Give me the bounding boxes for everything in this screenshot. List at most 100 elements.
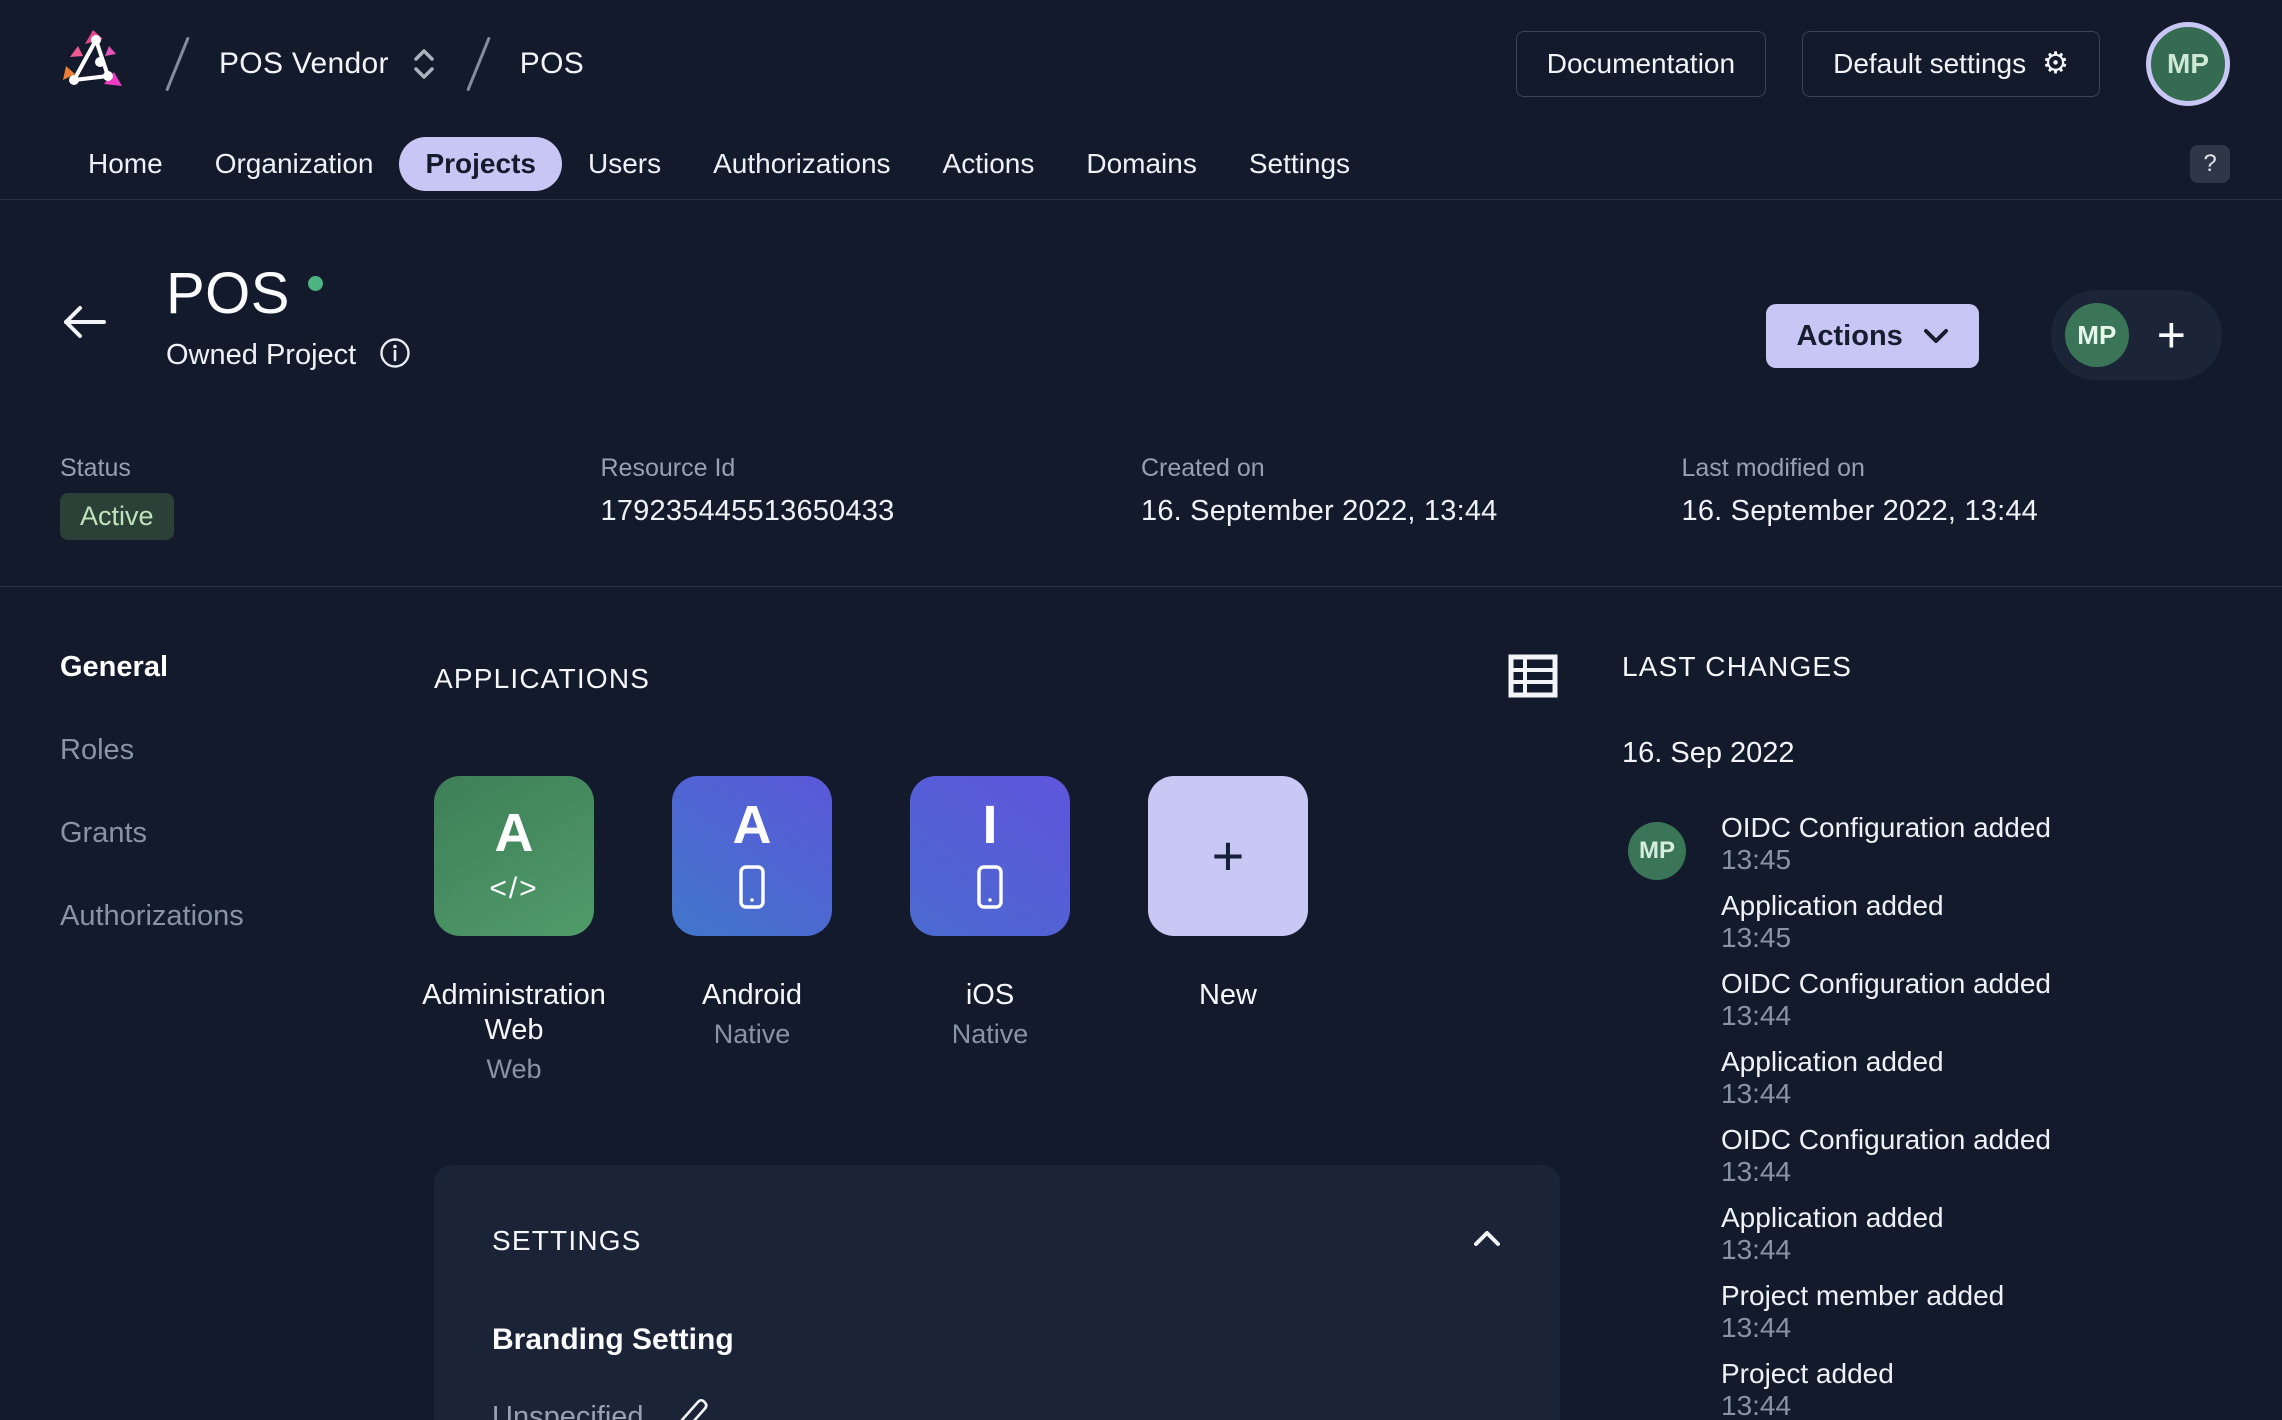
- event-time: 13:44: [1721, 1234, 1792, 1265]
- app-letter: A: [494, 803, 534, 863]
- app-name: Android: [702, 979, 802, 1011]
- plus-icon: +: [1211, 824, 1245, 887]
- change-event: Project member added 13:44: [1721, 1280, 2222, 1344]
- last-changes-panel: LAST CHANGES 16. Sep 2022 MP OIDC Config…: [1622, 651, 2222, 1420]
- topbar: POS Vendor POS Documentation Default set…: [0, 0, 2282, 128]
- change-event: OIDC Configuration added 13:44: [1721, 968, 2222, 1032]
- last-changes-title: LAST CHANGES: [1622, 651, 1853, 682]
- change-event: Application added 13:45: [1721, 890, 2222, 954]
- default-settings-button[interactable]: Default settings ⚙: [1802, 31, 2100, 97]
- app-card-android[interactable]: A: [672, 776, 832, 936]
- modified-on-value: 16. September 2022, 13:44: [1681, 495, 2038, 527]
- app-item-administration-web: A </> Administration Web Web: [422, 776, 606, 1085]
- code-icon: </>: [489, 872, 539, 905]
- event-title: OIDC Configuration added: [1721, 1124, 2051, 1155]
- actions-label: Actions: [1796, 319, 1903, 352]
- phone-icon: [976, 864, 1004, 915]
- active-status-dot-icon: [308, 276, 323, 291]
- member-avatar[interactable]: MP: [2064, 303, 2129, 367]
- event-title: Application added: [1721, 1046, 1944, 1077]
- change-event: OIDC Configuration added 13:44: [1721, 1124, 2222, 1188]
- back-arrow-icon[interactable]: [60, 302, 108, 347]
- table-view-icon[interactable]: [1506, 651, 1560, 706]
- event-time: 13:44: [1721, 1156, 1792, 1187]
- event-time: 13:44: [1721, 1312, 1792, 1343]
- settings-title: SETTINGS: [492, 1225, 642, 1256]
- app-type: Web: [486, 1054, 542, 1084]
- user-avatar[interactable]: MP: [2146, 22, 2230, 106]
- event-time: 13:45: [1721, 922, 1792, 953]
- actions-button[interactable]: Actions: [1766, 304, 1979, 368]
- app-card-ios[interactable]: I: [910, 776, 1070, 936]
- nav-item-home[interactable]: Home: [62, 137, 189, 191]
- settings-panel: SETTINGS Branding Setting Unspecified: [434, 1165, 1560, 1420]
- breadcrumb-project[interactable]: POS: [520, 47, 584, 81]
- project-meta: Status Active Resource Id 17923544551365…: [0, 380, 2282, 587]
- zitadel-logo-icon[interactable]: [56, 24, 136, 104]
- chevron-down-icon: [1923, 329, 1948, 343]
- sidebar-item-roles[interactable]: Roles: [60, 734, 434, 767]
- app-item-ios: I iOS Native: [910, 776, 1070, 1085]
- event-title: OIDC Configuration added: [1721, 812, 2051, 843]
- sidebar-item-general[interactable]: General: [60, 651, 434, 684]
- event-title: Application added: [1721, 1202, 1944, 1233]
- change-timeline: MP OIDC Configuration added 13:45 Applic…: [1622, 812, 2222, 1420]
- event-time: 13:44: [1721, 1390, 1792, 1420]
- change-event: Application added 13:44: [1721, 1046, 2222, 1110]
- documentation-button[interactable]: Documentation: [1515, 31, 1767, 97]
- main-nav: Home Organization Projects Users Authori…: [0, 128, 2282, 200]
- status-badge: Active: [60, 493, 174, 540]
- nav-item-projects[interactable]: Projects: [399, 136, 562, 191]
- sidebar-item-authorizations[interactable]: Authorizations: [60, 900, 434, 933]
- main-panel: APPLICATIONS A </> Administration Web We…: [422, 651, 1560, 1420]
- event-time: 13:45: [1721, 844, 1792, 875]
- event-title: OIDC Configuration added: [1721, 968, 2051, 999]
- avatar-initials: MP: [1639, 837, 1675, 864]
- app-item-android: A Android Native: [672, 776, 832, 1085]
- chevron-up-icon[interactable]: [1472, 1229, 1502, 1254]
- nav-item-organization[interactable]: Organization: [189, 137, 400, 191]
- applications-title: APPLICATIONS: [434, 662, 651, 694]
- help-button[interactable]: ?: [2190, 144, 2230, 183]
- unfold-more-icon[interactable]: [411, 46, 437, 82]
- event-time: 13:44: [1721, 1000, 1792, 1031]
- app-item-new: + New: [1148, 776, 1308, 1085]
- app-card-administration-web[interactable]: A </>: [434, 776, 594, 936]
- resource-id-value: 179235445513650433: [600, 495, 895, 527]
- app-name: iOS: [965, 979, 1015, 1011]
- app-name: Administration Web: [422, 979, 606, 1046]
- page-title: POS: [166, 261, 290, 326]
- org-switcher[interactable]: POS Vendor: [219, 46, 437, 82]
- nav-item-settings[interactable]: Settings: [1223, 137, 1376, 191]
- status-label: Status: [60, 454, 131, 482]
- breadcrumb-separator: [165, 36, 190, 92]
- content: General Roles Grants Authorizations APPL…: [0, 587, 2282, 1420]
- avatar-initials: MP: [2167, 48, 2209, 79]
- change-author-avatar: MP: [1628, 822, 1686, 880]
- section-sidebar: General Roles Grants Authorizations: [60, 651, 434, 983]
- event-time: 13:44: [1721, 1078, 1792, 1109]
- event-title: Project added: [1721, 1358, 1894, 1389]
- event-title: Application added: [1721, 890, 1944, 921]
- info-icon[interactable]: [378, 336, 412, 375]
- breadcrumb-org[interactable]: POS Vendor: [219, 47, 389, 81]
- application-cards: A </> Administration Web Web A Android N…: [422, 776, 1560, 1085]
- nav-item-authorizations[interactable]: Authorizations: [687, 137, 916, 191]
- breadcrumb-separator: [466, 36, 491, 92]
- nav-item-actions[interactable]: Actions: [917, 137, 1061, 191]
- app-name: New: [1198, 979, 1257, 1011]
- edit-pencil-icon[interactable]: [674, 1395, 710, 1420]
- nav-item-domains[interactable]: Domains: [1060, 137, 1222, 191]
- project-type-label: Owned Project: [166, 338, 357, 371]
- modified-on-label: Last modified on: [1681, 454, 1865, 482]
- app-letter: A: [732, 794, 772, 855]
- sidebar-item-grants[interactable]: Grants: [60, 817, 434, 850]
- event-title: Project member added: [1721, 1280, 2005, 1311]
- new-app-card[interactable]: +: [1148, 776, 1308, 936]
- project-header: POS Owned Project Actions MP +: [0, 200, 2282, 380]
- project-members: MP +: [2050, 290, 2222, 380]
- avatar-initials: MP: [2077, 319, 2117, 350]
- nav-item-users[interactable]: Users: [562, 137, 687, 191]
- add-member-button[interactable]: +: [2157, 310, 2186, 360]
- resource-id-label: Resource Id: [600, 454, 736, 482]
